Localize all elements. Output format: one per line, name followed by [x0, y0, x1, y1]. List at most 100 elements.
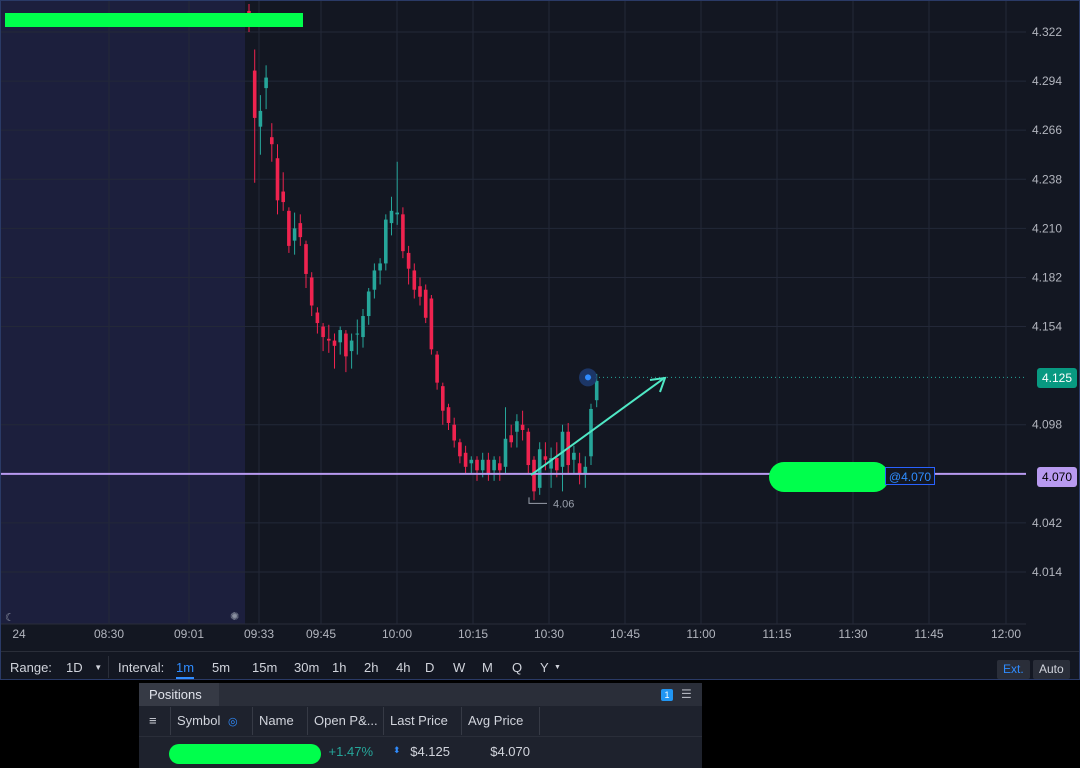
candle-body-30 — [418, 286, 422, 297]
y-tick-label-8: 4.042 — [1032, 516, 1062, 530]
chevron-down-icon: ▼ — [94, 663, 103, 672]
interval-D[interactable]: D — [425, 660, 434, 675]
avg-price-tag: 4.070 — [1037, 467, 1077, 487]
interval-5m[interactable]: 5m — [212, 660, 230, 675]
column-open-pl-label: Open P&... — [314, 713, 378, 728]
candle-body-37 — [458, 442, 462, 457]
candle-body-40 — [475, 459, 479, 471]
candle-body-34 — [441, 386, 445, 411]
candle-body-35 — [446, 407, 451, 423]
toolbar-divider — [108, 656, 109, 678]
y-tick-label-5: 4.182 — [1032, 270, 1062, 284]
candle-body-3 — [264, 77, 268, 89]
premarket-moon-icon: ☾ — [5, 612, 15, 624]
candle-body-49 — [526, 431, 531, 466]
candle-body-42 — [486, 459, 491, 474]
list-icon[interactable]: ☰ — [681, 687, 692, 701]
candle-body-15 — [332, 340, 337, 346]
candle-body-11 — [309, 277, 314, 306]
chart-panel[interactable]: 4.322 4.294 4.266 4.238 4.210 4.182 4.154 4.098… — [0, 0, 1080, 680]
interval-more-chevron-icon[interactable]: ▼ — [554, 664, 561, 671]
column-last-price[interactable]: Last Price ⬍ — [384, 707, 462, 755]
interval-1h[interactable]: 1h — [332, 660, 346, 675]
candle-body-50 — [532, 459, 536, 492]
column-open-pl[interactable]: Open P&... — [308, 707, 384, 735]
positions-panel: Positions 1 ☰ ≡ Symbol ◎ Name Open P&...… — [139, 683, 702, 768]
interval-Q[interactable]: Q — [512, 660, 522, 675]
candle-body-13 — [321, 326, 325, 338]
candle-body-61 — [594, 380, 599, 401]
y-axis: 4.322 4.294 4.266 4.238 4.210 4.182 4.154 4.098… — [1032, 25, 1062, 579]
candle-body-22 — [372, 270, 377, 290]
redacted-position-symbol — [169, 744, 321, 764]
candle-body-21 — [366, 291, 371, 317]
time-tick-10: 11:15 — [762, 627, 792, 641]
candle-body-17 — [344, 333, 348, 357]
column-avg-price-label: Avg Price — [468, 713, 524, 728]
candle-body-14 — [327, 338, 331, 341]
time-tick-12: 11:45 — [914, 627, 944, 641]
interval-15m[interactable]: 15m — [252, 660, 277, 675]
time-tick-7: 10:30 — [533, 627, 565, 641]
low-marker-bracket — [528, 497, 547, 504]
candle-body-5 — [275, 158, 280, 201]
range-value: 1D — [66, 660, 83, 675]
chart-bottom-toolbar: Range: 1D ▼ Interval: 1m 5m 15m 30m 1h 2h 4h D W… — [1, 651, 1079, 679]
y-tick-label-3: 4.238 — [1032, 172, 1062, 186]
open-pl-cell: +1.47% — [328, 744, 373, 759]
candle-body-41 — [480, 459, 485, 471]
time-tick-11: 11:30 — [838, 627, 868, 641]
column-name-label: Name — [259, 713, 294, 728]
interval-M[interactable]: M — [482, 660, 493, 675]
candle-body-1 — [252, 70, 257, 118]
positions-count-badge: 1 — [661, 689, 673, 701]
candle-body-52 — [543, 456, 548, 460]
candle-body-2 — [258, 110, 263, 127]
symbol-settings-icon: ◎ — [227, 716, 238, 728]
candle-body-59 — [583, 466, 588, 474]
last-price-tag: 4.125 — [1037, 368, 1077, 388]
candle-body-47 — [515, 421, 519, 432]
interval-4h[interactable]: 4h — [396, 660, 410, 675]
column-symbol[interactable]: Symbol ◎ — [171, 707, 253, 735]
candle-body-46 — [509, 435, 513, 443]
range-label: Range: — [10, 660, 52, 675]
avg-price-cell: $4.070 — [490, 744, 530, 759]
time-tick-4: 09:45 — [305, 627, 337, 641]
range-select[interactable]: 1D ▼ — [66, 660, 102, 675]
menu-icon[interactable]: ≡ — [139, 707, 171, 735]
interval-1m[interactable]: 1m — [176, 660, 195, 679]
candle-body-29 — [412, 270, 417, 290]
tab-positions[interactable]: Positions — [139, 683, 219, 706]
auto-scale-toggle[interactable]: Auto — [1033, 660, 1070, 679]
time-tick-1: 08:30 — [93, 627, 125, 641]
redacted-symbol-title — [5, 13, 303, 27]
table-row[interactable]: +1.47% $4.125 $4.070 — [139, 736, 702, 767]
candles — [247, 3, 599, 501]
column-avg-price[interactable]: Avg Price — [462, 707, 540, 735]
interval-30m[interactable]: 30m — [294, 660, 319, 675]
column-name[interactable]: Name — [253, 707, 308, 735]
candle-body-58 — [577, 463, 582, 474]
y-tick-label-9: 4.014 — [1032, 565, 1062, 579]
interval-Y[interactable]: Y — [540, 660, 549, 675]
candle-body-10 — [304, 244, 308, 274]
candle-body-43 — [492, 459, 496, 471]
candle-body-57 — [572, 452, 576, 460]
last-price-cell: $4.125 — [410, 744, 450, 759]
price-chart[interactable]: 4.322 4.294 4.266 4.238 4.210 4.182 4.154 4.098… — [1, 1, 1079, 651]
extended-hours-toggle[interactable]: Ext. — [997, 660, 1030, 679]
order-price-box[interactable]: @4.070 — [885, 467, 935, 485]
time-axis[interactable]: 24 08:30 09:01 09:33 09:45 10:00 10:15 10:30 10:… — [1, 627, 1031, 647]
last-price-dot — [585, 374, 591, 381]
candle-body-19 — [355, 333, 360, 335]
candle-body-44 — [498, 463, 502, 471]
candle-body-32 — [429, 298, 434, 350]
y-tick-label-6: 4.154 — [1032, 320, 1062, 334]
time-tick-2: 09:01 — [173, 627, 205, 641]
candle-body-45 — [503, 438, 508, 467]
interval-2h[interactable]: 2h — [364, 660, 378, 675]
interval-W[interactable]: W — [453, 660, 465, 675]
time-tick-0: 24 — [12, 627, 26, 641]
candle-body-25 — [389, 210, 394, 224]
